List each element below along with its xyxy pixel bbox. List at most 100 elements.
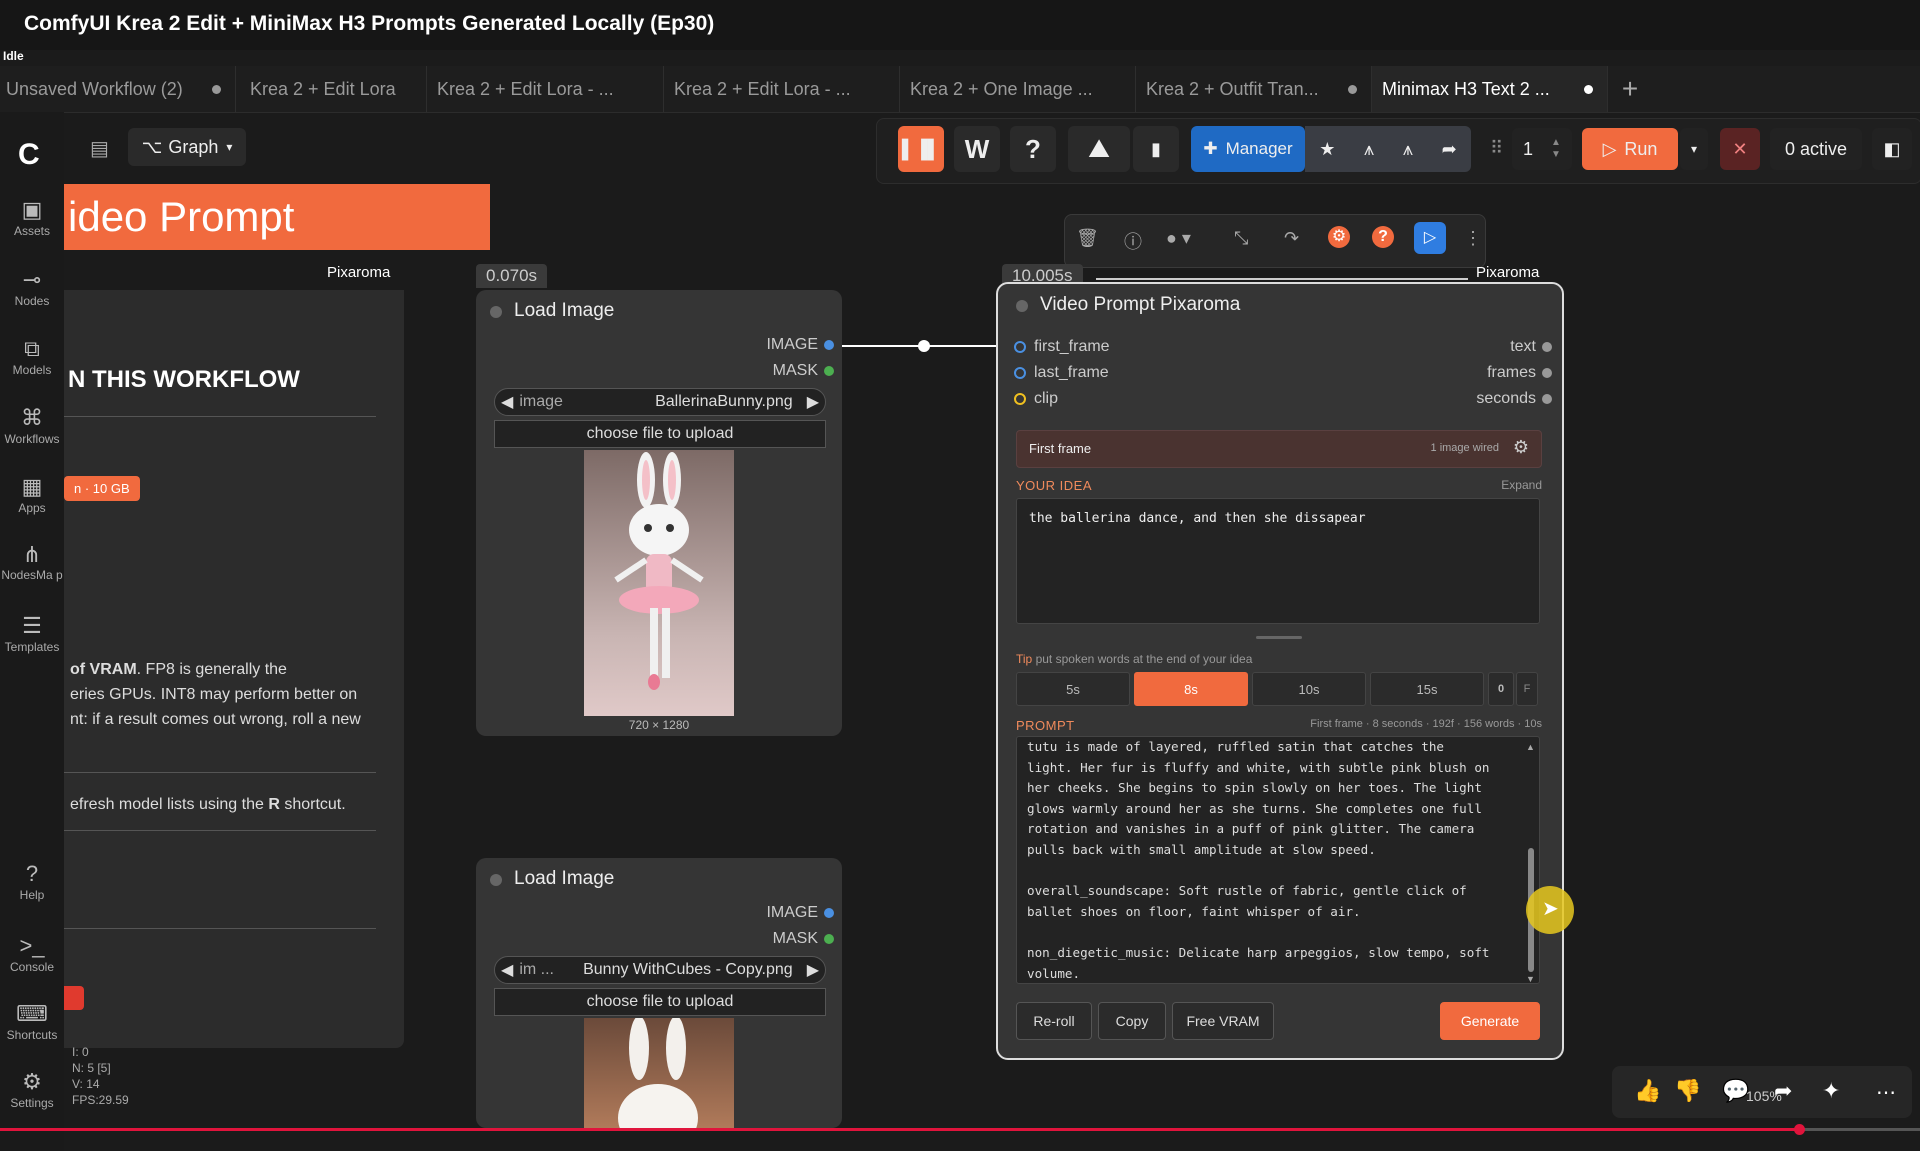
load-image-node[interactable]: Load Image IMAGE MASK ◀ image BallerinaB… — [476, 290, 842, 736]
manager-button[interactable]: ✚ Manager — [1191, 126, 1305, 172]
more-icon[interactable]: ⋮ — [1464, 228, 1482, 249]
input-first-frame[interactable]: first_frame — [1014, 338, 1110, 356]
run-button[interactable]: ▷ Run — [1582, 128, 1678, 170]
node-help-icon[interactable]: ? — [1372, 226, 1394, 248]
run-options-button[interactable]: ▾ — [1680, 128, 1708, 170]
bookmark-button[interactable]: ▮ — [1133, 126, 1179, 172]
layout-icon[interactable]: ▤ — [90, 136, 109, 161]
para-text: . FP8 is generally the — [136, 661, 287, 678]
upload-button[interactable]: choose file to upload — [494, 420, 826, 448]
f-toggle[interactable]: F — [1516, 672, 1538, 706]
mountain-button[interactable]: ⛰ — [1068, 126, 1130, 172]
duration-8s[interactable]: 8s — [1134, 672, 1248, 706]
output-frames[interactable]: frames — [1487, 364, 1552, 382]
load-image-node-2[interactable]: Load Image IMAGE MASK ◀ im ... Bunny Wit… — [476, 858, 842, 1151]
audio-node-button[interactable]: ▌▐▌ — [898, 126, 944, 172]
sidebar-item-nodes[interactable]: ⊸ Nodes — [0, 266, 64, 308]
idea-textarea[interactable]: the ballerina dance, and then she dissap… — [1016, 498, 1540, 624]
stat-line: FPS:29.59 — [72, 1093, 129, 1107]
sidebar-item-assets[interactable]: ▣ Assets — [0, 196, 64, 238]
video-prompt-node[interactable]: Video Prompt Pixaroma first_frame last_f… — [996, 282, 1564, 1060]
scroll-up-icon[interactable]: ▲ — [1526, 742, 1535, 752]
duration-15s[interactable]: 15s — [1370, 672, 1484, 706]
image-combo[interactable]: ◀ im ... Bunny WithCubes - Copy.png ▶ — [494, 956, 826, 984]
trash-icon[interactable]: 🗑 — [1076, 228, 1099, 249]
output-text[interactable]: text — [1510, 338, 1552, 356]
share-icon[interactable]: ➦ — [1774, 1078, 1792, 1104]
link-midpoint[interactable] — [918, 340, 930, 352]
thumbs-up-icon[interactable]: 👍 — [1634, 1078, 1661, 1104]
upload-button[interactable]: choose file to upload — [494, 988, 826, 1016]
expand-link[interactable]: Expand — [1501, 478, 1542, 492]
reroll-button[interactable]: Re-roll — [1016, 1002, 1092, 1040]
output-mask[interactable]: MASK — [773, 930, 834, 948]
tree-alt-icon[interactable]: ⩚ — [1403, 139, 1413, 160]
image-combo[interactable]: ◀ image BallerinaBunny.png ▶ — [494, 388, 826, 416]
close-icon: ✕ — [1732, 138, 1748, 159]
duration-5s[interactable]: 5s — [1016, 672, 1130, 706]
zero-toggle[interactable]: 0 — [1488, 672, 1514, 706]
free-vram-button[interactable]: Free VRAM — [1172, 1002, 1274, 1040]
sidebar-item-shortcuts[interactable]: ⌨ Shortcuts — [0, 1000, 64, 1042]
generate-button[interactable]: Generate — [1440, 1002, 1540, 1040]
tab-krea-edit-lora[interactable]: Krea 2 + Edit Lora — [236, 66, 427, 112]
copy-button[interactable]: Copy — [1098, 1002, 1166, 1040]
sidebar-item-models[interactable]: ⧉ Models — [0, 335, 64, 377]
execute-node-button[interactable]: ▷ — [1414, 222, 1446, 254]
nodes-icon: ⊸ — [22, 267, 42, 292]
info-heading: N THIS WORKFLOW — [68, 366, 300, 393]
comfy-logo-icon[interactable]: C — [18, 138, 40, 172]
tree-icon[interactable]: ⩚ — [1364, 139, 1374, 160]
tab-krea-outfit[interactable]: Krea 2 + Outfit Tran... — [1136, 66, 1372, 112]
output-image[interactable]: IMAGE — [766, 904, 834, 922]
red-button[interactable] — [64, 986, 84, 1010]
color-picker-icon[interactable]: ● ▾ — [1166, 228, 1191, 249]
output-seconds[interactable]: seconds — [1476, 390, 1552, 408]
sidebar-item-help[interactable]: ? Help — [0, 860, 64, 902]
duration-10s[interactable]: 10s — [1252, 672, 1366, 706]
add-tab-button[interactable]: + — [1608, 66, 1652, 112]
tab-minimax-h3[interactable]: Minimax H3 Text 2 ... — [1372, 66, 1608, 112]
para-text: efresh model lists using the — [70, 796, 269, 813]
scroll-down-icon[interactable]: ▼ — [1526, 974, 1535, 984]
active-queue-button[interactable]: 0 active — [1770, 128, 1862, 170]
panel-toggle-button[interactable]: ◧ — [1872, 128, 1912, 170]
output-image[interactable]: IMAGE — [766, 336, 834, 354]
first-frame-bar[interactable]: First frame 1 image wired ⚙ — [1016, 430, 1542, 468]
question-icon: ? — [1025, 133, 1041, 164]
graph-mode-button[interactable]: ⌥ Graph ▾ — [128, 128, 246, 166]
star-icon[interactable]: ★ — [1319, 139, 1335, 160]
sidebar-item-workflows[interactable]: ⌘ Workflows — [0, 404, 64, 446]
help-button[interactable]: ? — [1010, 126, 1056, 172]
output-mask[interactable]: MASK — [773, 362, 834, 380]
video-progress-handle[interactable] — [1794, 1124, 1806, 1135]
sidebar-item-apps[interactable]: ▦ Apps — [0, 473, 64, 515]
node-settings-icon[interactable]: ⚙ — [1328, 226, 1350, 248]
sidebar-item-console[interactable]: >_ Console — [0, 932, 64, 974]
cancel-run-button[interactable]: ✕ — [1720, 128, 1760, 170]
gear-icon[interactable]: ⚙ — [1513, 437, 1529, 458]
sidebar-item-nodesmap[interactable]: ⋔ NodesMa p — [0, 541, 64, 582]
resize-handle[interactable] — [1256, 636, 1302, 639]
input-last-frame[interactable]: last_frame — [1014, 364, 1109, 382]
sidebar-item-templates[interactable]: ☰ Templates — [0, 612, 64, 654]
cursor-icon: ➤ — [1542, 898, 1559, 920]
bypass-icon[interactable]: ↷ — [1284, 228, 1299, 249]
collapse-icon[interactable]: ⤡ — [1234, 228, 1248, 249]
sidebar-item-settings[interactable]: ⚙ Settings — [0, 1068, 64, 1110]
queue-count-input[interactable]: 1 ▲ ▼ — [1512, 128, 1572, 170]
tab-unsaved-workflow[interactable]: Unsaved Workflow (2) — [0, 66, 236, 112]
info-icon[interactable]: ⓘ — [1124, 228, 1142, 254]
more-icon[interactable]: ⋯ — [1876, 1080, 1896, 1105]
thumbs-down-icon[interactable]: 👎 — [1674, 1078, 1701, 1104]
tab-krea-edit-lora-3[interactable]: Krea 2 + Edit Lora - ... — [664, 66, 900, 112]
share-icon[interactable]: ➦ — [1442, 139, 1457, 160]
tab-krea-one-image[interactable]: Krea 2 + One Image ... — [900, 66, 1136, 112]
node-title: Load Image — [514, 868, 615, 889]
w-button[interactable]: W — [954, 126, 1000, 172]
tab-krea-edit-lora-2[interactable]: Krea 2 + Edit Lora - ... — [427, 66, 664, 112]
input-clip[interactable]: clip — [1014, 390, 1058, 408]
prompt-textarea[interactable]: tutu is made of layered, ruffled satin t… — [1016, 736, 1540, 984]
drag-handle-icon[interactable]: ⠿ — [1490, 138, 1503, 159]
sparkle-icon[interactable]: ✦ — [1822, 1078, 1840, 1104]
